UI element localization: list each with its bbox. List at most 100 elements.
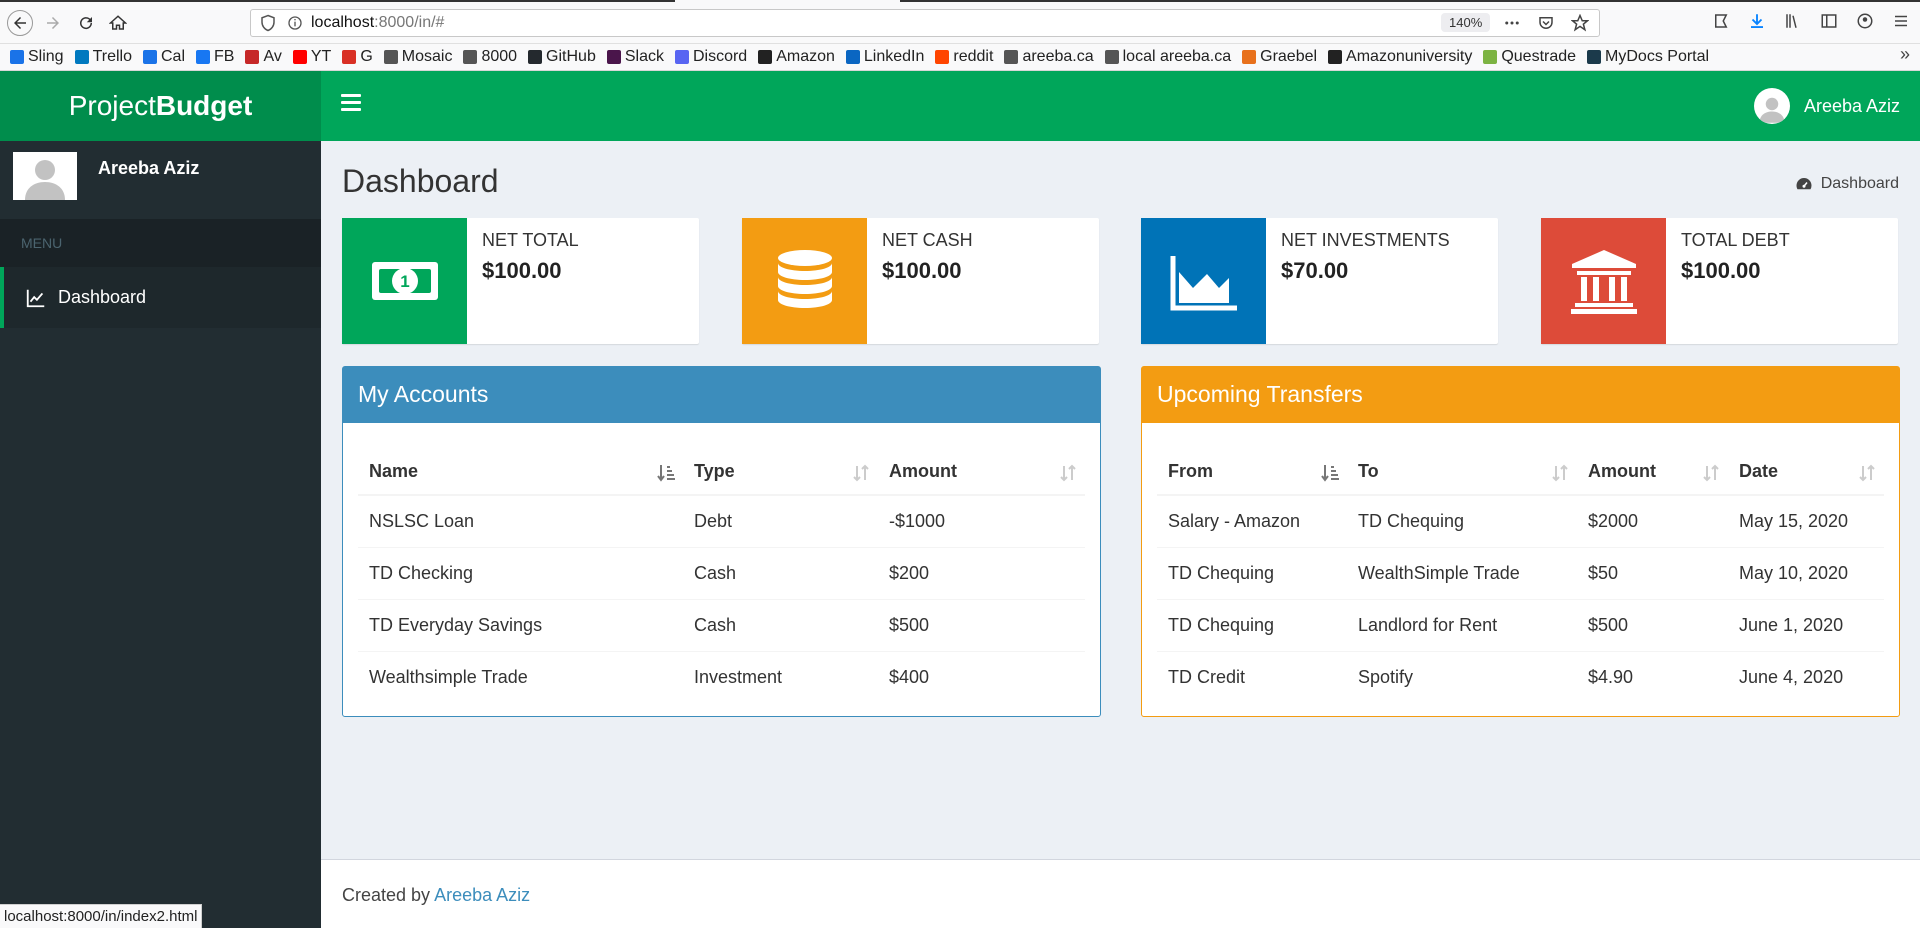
pocket-icon[interactable] [1537, 14, 1555, 32]
table-row: Wealthsimple Trade Investment $400 [358, 651, 1085, 703]
account-type: Cash [683, 599, 878, 652]
bookmark-label: Graebel [1260, 48, 1318, 65]
url-path: :8000/in/# [374, 14, 445, 31]
stat-box-net-investments: NET INVESTMENTS $70.00 [1141, 218, 1498, 344]
info-icon[interactable] [287, 15, 303, 31]
bookmark-item[interactable]: Cal [143, 48, 185, 66]
forward-button[interactable] [40, 10, 66, 36]
page-title: Dashboard [342, 163, 499, 199]
stat-label: NET TOTAL [482, 230, 579, 250]
sort-asc-icon[interactable] [1321, 463, 1339, 483]
column-header-from[interactable]: From [1157, 433, 1347, 496]
bookmark-item[interactable]: FB [196, 48, 234, 66]
sort-both-icon[interactable] [1059, 463, 1077, 483]
footer: Created by Areeba Aziz [321, 859, 1920, 928]
sidebar: Project Budget Areeba Aziz MENU Dashboard [0, 71, 321, 928]
bookmark-favicon-icon [1328, 50, 1343, 64]
bank-icon [1570, 250, 1637, 314]
transfer-from: TD Credit [1157, 651, 1347, 703]
column-header-name[interactable]: Name [358, 433, 683, 496]
table-row: TD Everyday Savings Cash $500 [358, 599, 1085, 652]
bookmark-item[interactable]: local areeba.ca [1104, 48, 1231, 66]
column-header-amount[interactable]: Amount [1577, 433, 1728, 496]
bookmark-item[interactable]: YT [292, 48, 331, 66]
column-header-label: Amount [1588, 461, 1656, 481]
sidebar-toggle-icon[interactable] [341, 94, 361, 112]
user-panel: Areeba Aziz [0, 141, 321, 219]
bookmark-favicon-icon [196, 50, 211, 64]
account-icon[interactable] [1856, 12, 1874, 30]
account-amount: $200 [878, 547, 1085, 600]
bookmark-label: Amazon [776, 48, 835, 65]
reload-icon [80, 17, 93, 30]
transfer-from: TD Chequing [1157, 547, 1347, 600]
reader-view-icon[interactable] [1820, 12, 1838, 30]
more-actions-icon[interactable] [1503, 14, 1521, 32]
hamburger-menu-icon[interactable] [1892, 12, 1910, 30]
bookmark-item[interactable]: Trello [74, 48, 132, 66]
transfer-date: June 4, 2020 [1728, 651, 1884, 703]
stat-label: TOTAL DEBT [1681, 230, 1790, 250]
transfer-date: June 1, 2020 [1728, 599, 1884, 652]
stat-box-net-cash: NET CASH $100.00 [742, 218, 1099, 344]
bookmark-item[interactable]: areeba.ca [1004, 48, 1094, 66]
sort-both-icon[interactable] [1551, 463, 1569, 483]
table-row: Salary - Amazon TD Chequing $2000 May 15, 2… [1157, 495, 1884, 548]
transfer-from: TD Chequing [1157, 599, 1347, 652]
column-header-date[interactable]: Date [1728, 433, 1884, 496]
sort-both-icon[interactable] [1858, 463, 1876, 483]
account-name: NSLSC Loan [369, 511, 475, 531]
footer-author-link[interactable]: Areeba Aziz [434, 885, 530, 905]
zoom-badge[interactable]: 140% [1441, 13, 1491, 32]
bookmark-item[interactable]: reddit [935, 48, 993, 66]
bookmark-item[interactable]: Sling [10, 48, 64, 66]
table-row: TD Chequing Landlord for Rent $500 June 1, … [1157, 599, 1884, 652]
sort-asc-icon[interactable] [657, 463, 675, 483]
bookmark-item[interactable]: LinkedIn [845, 48, 924, 66]
sort-both-icon[interactable] [1702, 463, 1720, 483]
bookmark-label: Trello [92, 48, 132, 65]
breadcrumb[interactable]: Dashboard [1795, 175, 1899, 193]
bookmark-item[interactable]: GitHub [528, 48, 596, 66]
bookmark-item[interactable]: Slack [606, 48, 664, 66]
bookmark-favicon-icon [383, 50, 398, 64]
bookmark-item[interactable]: Questrade [1483, 48, 1576, 66]
sidebar-share-icon[interactable] [1712, 12, 1730, 30]
reload-button[interactable] [73, 10, 99, 36]
sidebar-item-dashboard[interactable]: Dashboard [0, 267, 321, 328]
address-bar[interactable]: localhost:8000/in/# 140% [250, 9, 1600, 37]
column-header-to[interactable]: To [1347, 433, 1577, 496]
bookmark-item[interactable]: G [342, 48, 373, 66]
bookmark-item[interactable]: Discord [674, 48, 747, 66]
bookmark-item[interactable]: Av [245, 48, 282, 66]
home-button[interactable] [105, 10, 131, 36]
bookmark-item[interactable]: Mosaic [383, 48, 452, 66]
account-name: TD Everyday Savings [358, 599, 683, 652]
bookmarks-overflow-icon[interactable]: » [1900, 44, 1910, 65]
library-icon[interactable] [1784, 12, 1802, 30]
bookmark-item[interactable]: 8000 [463, 48, 517, 66]
bookmark-item[interactable]: MyDocs Portal [1587, 48, 1709, 66]
stat-label: NET CASH [882, 230, 973, 250]
user-menu[interactable]: Areeba Aziz [1753, 88, 1900, 124]
bookmark-label: GitHub [546, 48, 596, 65]
column-header-label: To [1358, 461, 1379, 481]
sort-both-icon[interactable] [852, 463, 870, 483]
shield-icon[interactable] [259, 14, 277, 32]
bookmark-item[interactable]: Amazon [758, 48, 835, 66]
top-user-name: Areeba Aziz [1803, 95, 1900, 116]
back-button[interactable] [7, 10, 33, 36]
bookmark-favicon-icon [528, 50, 543, 64]
avatar [1753, 88, 1790, 124]
bookmark-favicon-icon [1587, 50, 1602, 64]
download-icon[interactable] [1748, 12, 1766, 30]
column-header-type[interactable]: Type [683, 433, 878, 496]
transfer-amount: $500 [1577, 599, 1728, 652]
column-header-amount[interactable]: Amount [878, 433, 1085, 496]
bookmark-favicon-icon [143, 50, 157, 64]
bookmark-item[interactable]: Amazonuniversity [1328, 48, 1472, 66]
bookmark-item[interactable]: Graebel [1242, 48, 1317, 66]
logo[interactable]: Project Budget [0, 71, 321, 141]
svg-text:1: 1 [400, 272, 409, 291]
bookmark-star-icon[interactable] [1571, 14, 1589, 32]
